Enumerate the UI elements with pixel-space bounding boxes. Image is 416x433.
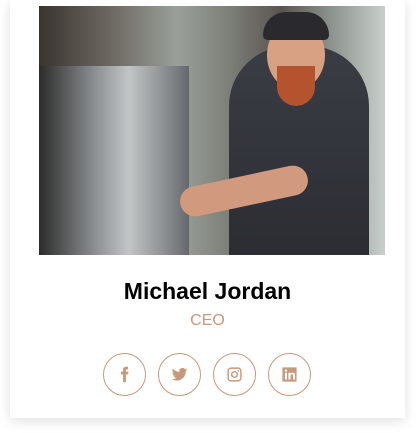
facebook-button[interactable] [103,353,146,396]
member-name: Michael Jordan [123,278,292,304]
instagram-button[interactable] [213,353,256,396]
facebook-icon [120,366,129,383]
instagram-icon [227,367,242,382]
linkedin-button[interactable] [268,353,311,396]
twitter-icon [171,368,188,381]
linkedin-icon [282,367,297,382]
member-role: CEO [190,312,225,329]
team-member-card: Michael Jordan CEO [10,0,405,418]
twitter-button[interactable] [158,353,201,396]
profile-photo [39,6,385,255]
